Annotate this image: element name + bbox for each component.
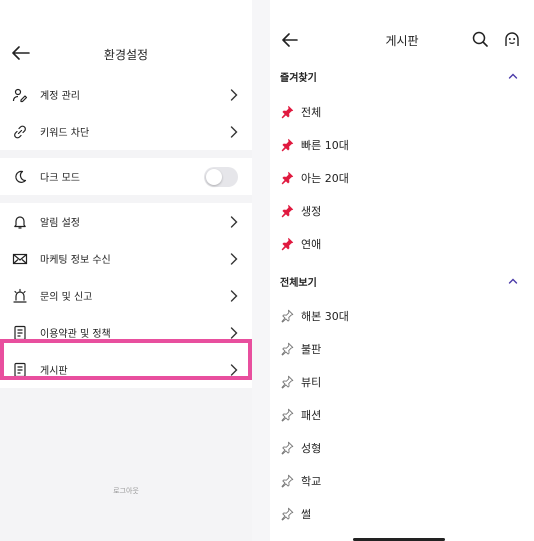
settings-item-label: 키워드 차단 [40, 128, 90, 139]
board-list-item[interactable]: 학교 [270, 468, 534, 494]
board-list-item[interactable]: 패션 [270, 402, 534, 428]
settings-item-label: 계정 관리 [40, 91, 80, 102]
board-item-label: 학교 [301, 475, 322, 488]
board-list-item[interactable]: 썰 [270, 501, 534, 527]
settings-screen: 환경설정 계정 관리 키워드 차단 다크 모드 알림 설정 마케팅 정보 수신 … [0, 0, 252, 541]
page-title: 게시판 [385, 34, 419, 48]
settings-header: 환경설정 [0, 0, 252, 76]
pin-outline-icon[interactable] [280, 408, 294, 422]
pin-filled-icon[interactable] [280, 105, 294, 119]
pin-filled-icon[interactable] [280, 237, 294, 251]
settings-item-notifications[interactable]: 알림 설정 [0, 203, 252, 240]
board-list-item[interactable]: 생정 [270, 198, 534, 224]
pin-filled-icon[interactable] [280, 204, 294, 218]
pin-outline-icon[interactable] [280, 441, 294, 455]
page-title: 환경설정 [103, 48, 149, 62]
board-list-item[interactable]: 아는 20대 [270, 165, 534, 191]
board-list-item[interactable]: 해본 30대 [270, 303, 534, 329]
favorites-section-header[interactable]: 즐겨찾기 [270, 64, 534, 88]
board-list-item[interactable]: 뷰티 [270, 369, 534, 395]
settings-item-account[interactable]: 계정 관리 [0, 76, 252, 113]
highlight-box [0, 339, 252, 380]
board-list-item[interactable]: 연애 [270, 231, 534, 257]
settings-item-marketing[interactable]: 마케팅 정보 수신 [0, 240, 252, 277]
chevron-right-icon [230, 289, 238, 302]
report-icon [12, 288, 28, 304]
board-item-label: 연애 [301, 238, 322, 251]
board-item-label: 성형 [301, 442, 322, 455]
account-icon [12, 87, 28, 103]
chevron-right-icon [230, 326, 238, 339]
pin-filled-icon[interactable] [280, 171, 294, 185]
board-item-label: 아는 20대 [301, 172, 349, 185]
chevron-right-icon [230, 252, 238, 265]
board-list-item[interactable]: 성형 [270, 435, 534, 461]
profile-icon[interactable] [503, 30, 521, 48]
pin-filled-icon[interactable] [280, 138, 294, 152]
chevron-up-icon [508, 73, 518, 79]
toggle-knob [206, 168, 222, 185]
settings-group-account: 계정 관리 키워드 차단 [0, 76, 252, 150]
settings-item-label: 이용약관 및 정책 [40, 329, 111, 340]
bell-icon [12, 214, 28, 230]
board-list-item[interactable]: 전체 [270, 99, 534, 125]
chevron-right-icon [230, 88, 238, 101]
dark-mode-toggle[interactable] [204, 166, 238, 187]
keyword-block-icon [12, 124, 28, 140]
settings-item-report[interactable]: 문의 및 신고 [0, 277, 252, 314]
settings-item-label: 알림 설정 [40, 218, 80, 229]
section-divider [0, 150, 252, 158]
logout-button[interactable]: 로그아웃 [0, 486, 252, 496]
board-list-item[interactable]: 불판 [270, 336, 534, 362]
board-item-label: 패션 [301, 409, 322, 422]
board-screen: 게시판 즐겨찾기 전체빠른 10대아는 20대생정연애 전체보기 해본 30대불… [270, 0, 534, 541]
board-item-label: 썰 [301, 508, 312, 521]
all-boards-section-header[interactable]: 전체보기 [270, 269, 534, 293]
board-item-label: 전체 [301, 106, 322, 119]
board-item-label: 해본 30대 [301, 310, 349, 323]
settings-item-label: 마케팅 정보 수신 [40, 255, 111, 266]
moon-icon [12, 169, 28, 185]
pin-outline-icon[interactable] [280, 375, 294, 389]
board-list-item[interactable]: 빠른 10대 [270, 132, 534, 158]
section-divider [0, 195, 252, 203]
settings-group-display: 다크 모드 [0, 158, 252, 195]
pin-outline-icon[interactable] [280, 309, 294, 323]
board-item-label: 뷰티 [301, 376, 322, 389]
section-title: 즐겨찾기 [280, 72, 317, 84]
panel-gutter [252, 0, 270, 541]
settings-item-label: 다크 모드 [40, 173, 80, 184]
pin-outline-icon[interactable] [280, 474, 294, 488]
section-title: 전체보기 [280, 277, 317, 289]
chevron-up-icon [508, 278, 518, 284]
board-item-label: 생정 [301, 205, 322, 218]
pin-outline-icon[interactable] [280, 342, 294, 356]
settings-item-keyword-block[interactable]: 키워드 차단 [0, 113, 252, 150]
settings-item-label: 문의 및 신고 [40, 292, 93, 303]
pin-outline-icon[interactable] [280, 507, 294, 521]
search-icon[interactable] [472, 31, 488, 47]
chevron-right-icon [230, 215, 238, 228]
chevron-right-icon [230, 125, 238, 138]
board-item-label: 불판 [301, 343, 322, 356]
mail-icon [12, 251, 28, 267]
settings-item-dark-mode: 다크 모드 [0, 158, 252, 195]
board-item-label: 빠른 10대 [301, 139, 349, 152]
